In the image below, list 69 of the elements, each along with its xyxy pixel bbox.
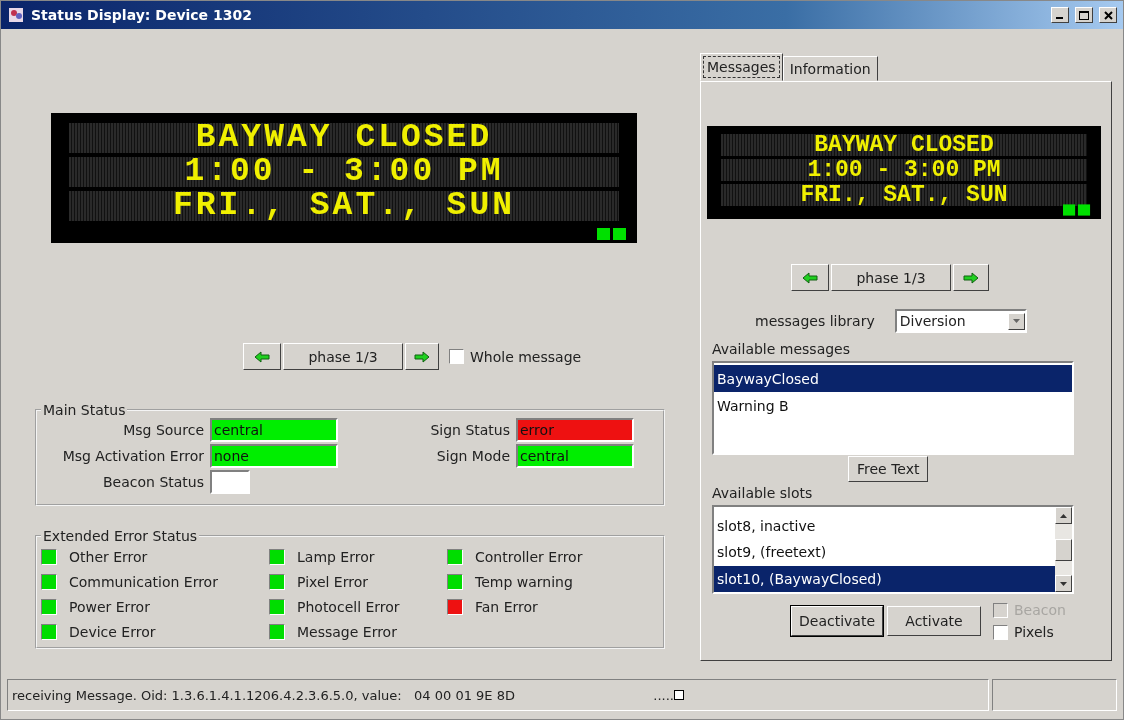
- field-label: Sign Status: [429, 422, 510, 438]
- tab[interactable]: Information: [782, 56, 878, 81]
- error-label: Device Error: [69, 624, 156, 640]
- close-icon: [1103, 10, 1113, 20]
- sign-text: 1:00 - 3:00 PM: [807, 159, 1001, 181]
- left-arrow-icon: [254, 350, 270, 363]
- error-label: Pixel Error: [297, 574, 368, 590]
- field-label: Sign Mode: [435, 448, 510, 464]
- list-label: Available slots: [712, 485, 813, 501]
- scroll-up-icon: [1060, 513, 1067, 518]
- status-field: central: [210, 418, 338, 442]
- error-label: Controller Error: [475, 549, 583, 565]
- window-title: Status Display: Device 1302: [31, 7, 253, 23]
- action-button[interactable]: Activate: [887, 606, 981, 636]
- right-arrow-icon: [963, 271, 979, 284]
- whole-message-label: Whole message: [470, 348, 582, 365]
- app-icon: [7, 6, 25, 24]
- status-field: error: [516, 418, 634, 442]
- indicator-lights-icon: [1063, 204, 1091, 216]
- action-button[interactable]: Deactivate: [791, 606, 883, 636]
- maximize-icon: [1079, 10, 1089, 20]
- field-label: Msg Source: [122, 422, 204, 438]
- phase-button[interactable]: phase 1/3: [831, 264, 951, 291]
- error-label: Other Error: [69, 549, 148, 565]
- error-label: Photocell Error: [297, 599, 400, 615]
- previous-phase-button[interactable]: [243, 343, 281, 370]
- list-item[interactable]: BaywayClosed: [714, 365, 1072, 392]
- status-field: none: [210, 444, 338, 468]
- sign-text: BAYWAY CLOSED: [195, 123, 493, 153]
- error-label: Fan Error: [475, 599, 538, 615]
- group-title: Main Status: [42, 402, 127, 418]
- close-button[interactable]: [1099, 7, 1117, 23]
- sign-text: FRI., SAT., SUN: [800, 184, 1008, 206]
- whole-message-checkbox[interactable]: [449, 349, 464, 364]
- sign-text: FRI., SAT., SUN: [172, 191, 516, 221]
- scrollbar[interactable]: [1055, 507, 1072, 592]
- error-label: Message Error: [297, 624, 397, 640]
- status-message: receiving Message. Oid: 1.3.6.1.4.1.1206.4.2.3.6.5.0, value: 04 00 01 9E 8D: [12, 687, 515, 703]
- previous-phase-button[interactable]: [791, 264, 829, 291]
- library-label: messages library: [755, 313, 875, 329]
- dropdown-arrow-icon: [1012, 319, 1020, 323]
- indicator-lights-icon: [597, 228, 627, 240]
- group-title: Extended Error Status: [42, 528, 199, 544]
- sign-text: 1:00 - 3:00 PM: [184, 157, 504, 187]
- free-text-button[interactable]: Free Text: [848, 456, 929, 482]
- option-checkbox[interactable]: [993, 624, 1008, 640]
- progress-text: .....: [653, 687, 674, 703]
- next-phase-button[interactable]: [953, 264, 989, 291]
- library-dropdown[interactable]: Diversion: [894, 309, 1027, 333]
- next-phase-button[interactable]: [405, 343, 439, 370]
- left-arrow-icon: [802, 271, 818, 284]
- sign-text: BAYWAY CLOSED: [814, 134, 994, 156]
- scroll-down-icon: [1060, 581, 1067, 586]
- right-arrow-icon: [414, 350, 430, 363]
- option-label: Pixels: [1014, 624, 1054, 640]
- error-label: Temp warning: [475, 574, 573, 590]
- error-label: Communication Error: [69, 574, 218, 590]
- status-field: central: [516, 444, 634, 468]
- error-label: Power Error: [69, 599, 150, 615]
- square-icon: [674, 690, 684, 700]
- tab[interactable]: Messages: [700, 53, 783, 81]
- minimize-button[interactable]: [1051, 7, 1069, 23]
- phase-button[interactable]: phase 1/3: [283, 343, 403, 370]
- maximize-button[interactable]: [1075, 7, 1093, 23]
- list-item[interactable]: slot10, (BaywayClosed): [714, 565, 1055, 592]
- field-label: Beacon Status: [102, 474, 204, 490]
- list-label: Available messages: [712, 341, 851, 357]
- field-label: Msg Activation Error: [61, 448, 204, 464]
- error-label: Lamp Error: [297, 549, 375, 565]
